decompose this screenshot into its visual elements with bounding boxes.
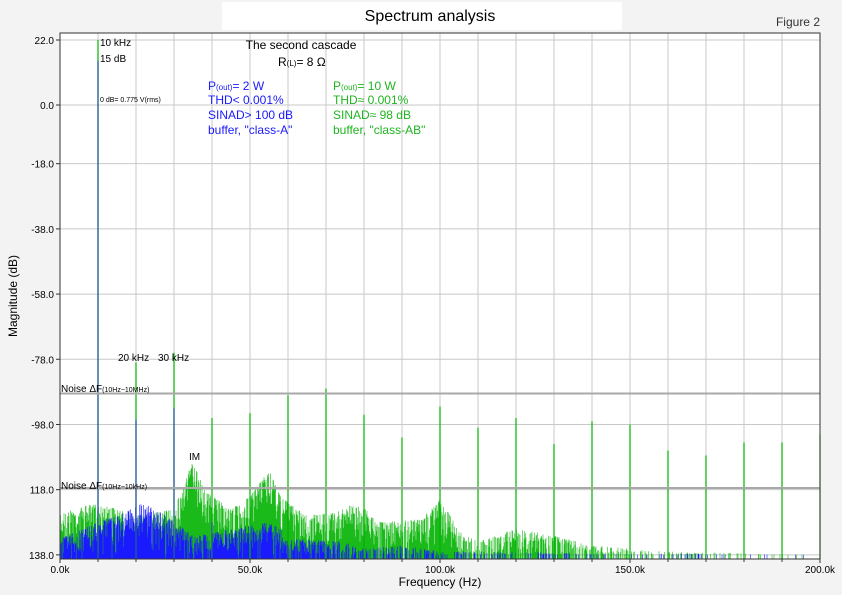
y-tick-label: 0.0 xyxy=(40,101,54,112)
y-tick-label: -38.0 xyxy=(31,225,54,236)
figure-label: Figure 2 xyxy=(776,15,820,29)
class-ab-sinad: SINAD≈ 98 dB xyxy=(333,108,411,122)
class-ab-thd: THD≈ 0.001% xyxy=(333,93,409,107)
class-a-thd: THD< 0.001% xyxy=(208,93,284,107)
third-harmonic-label: 30 kHz xyxy=(158,353,189,364)
load-label: R(L)= 8 Ω xyxy=(278,55,326,69)
fundamental-level-label: 15 dB xyxy=(100,54,126,65)
x-tick-label: 0.0k xyxy=(51,565,71,576)
y-tick-label: -78.0 xyxy=(31,355,54,366)
chart-title: Spectrum analysis xyxy=(365,8,496,25)
second-harmonic-label: 20 kHz xyxy=(118,353,149,364)
fundamental-frequency-label: 10 kHz xyxy=(100,38,131,49)
spectrum-chart: Spectrum analysis Figure 2 22.0 0.0 -18.0 -… xyxy=(6,2,836,589)
class-a-description: buffer, "class-A" xyxy=(208,123,292,137)
y-tick-label: -18.0 xyxy=(31,160,54,171)
im-label: IM xyxy=(189,452,200,463)
y-axis-label: Magnitude (dB) xyxy=(6,255,20,337)
reference-label: 0 dB= 0.775 V(rms) xyxy=(100,97,161,104)
x-tick-label: 50.0k xyxy=(238,565,263,576)
y-tick-label: 118.0 xyxy=(30,486,55,497)
subtitle: The second cascade xyxy=(246,38,357,52)
x-tick-label: 150.0k xyxy=(615,565,646,576)
x-axis-label: Frequency (Hz) xyxy=(399,575,482,589)
y-tick-label: -58.0 xyxy=(31,290,54,301)
y-tick-label: -98.0 xyxy=(31,420,54,431)
y-tick-label: 138.0 xyxy=(29,551,54,562)
x-tick-label: 200.0k xyxy=(805,565,836,576)
class-a-sinad: SINAD> 100 dB xyxy=(208,108,293,122)
class-ab-description: buffer, "class-AB" xyxy=(333,123,425,137)
y-tick-label: 22.0 xyxy=(35,36,55,47)
